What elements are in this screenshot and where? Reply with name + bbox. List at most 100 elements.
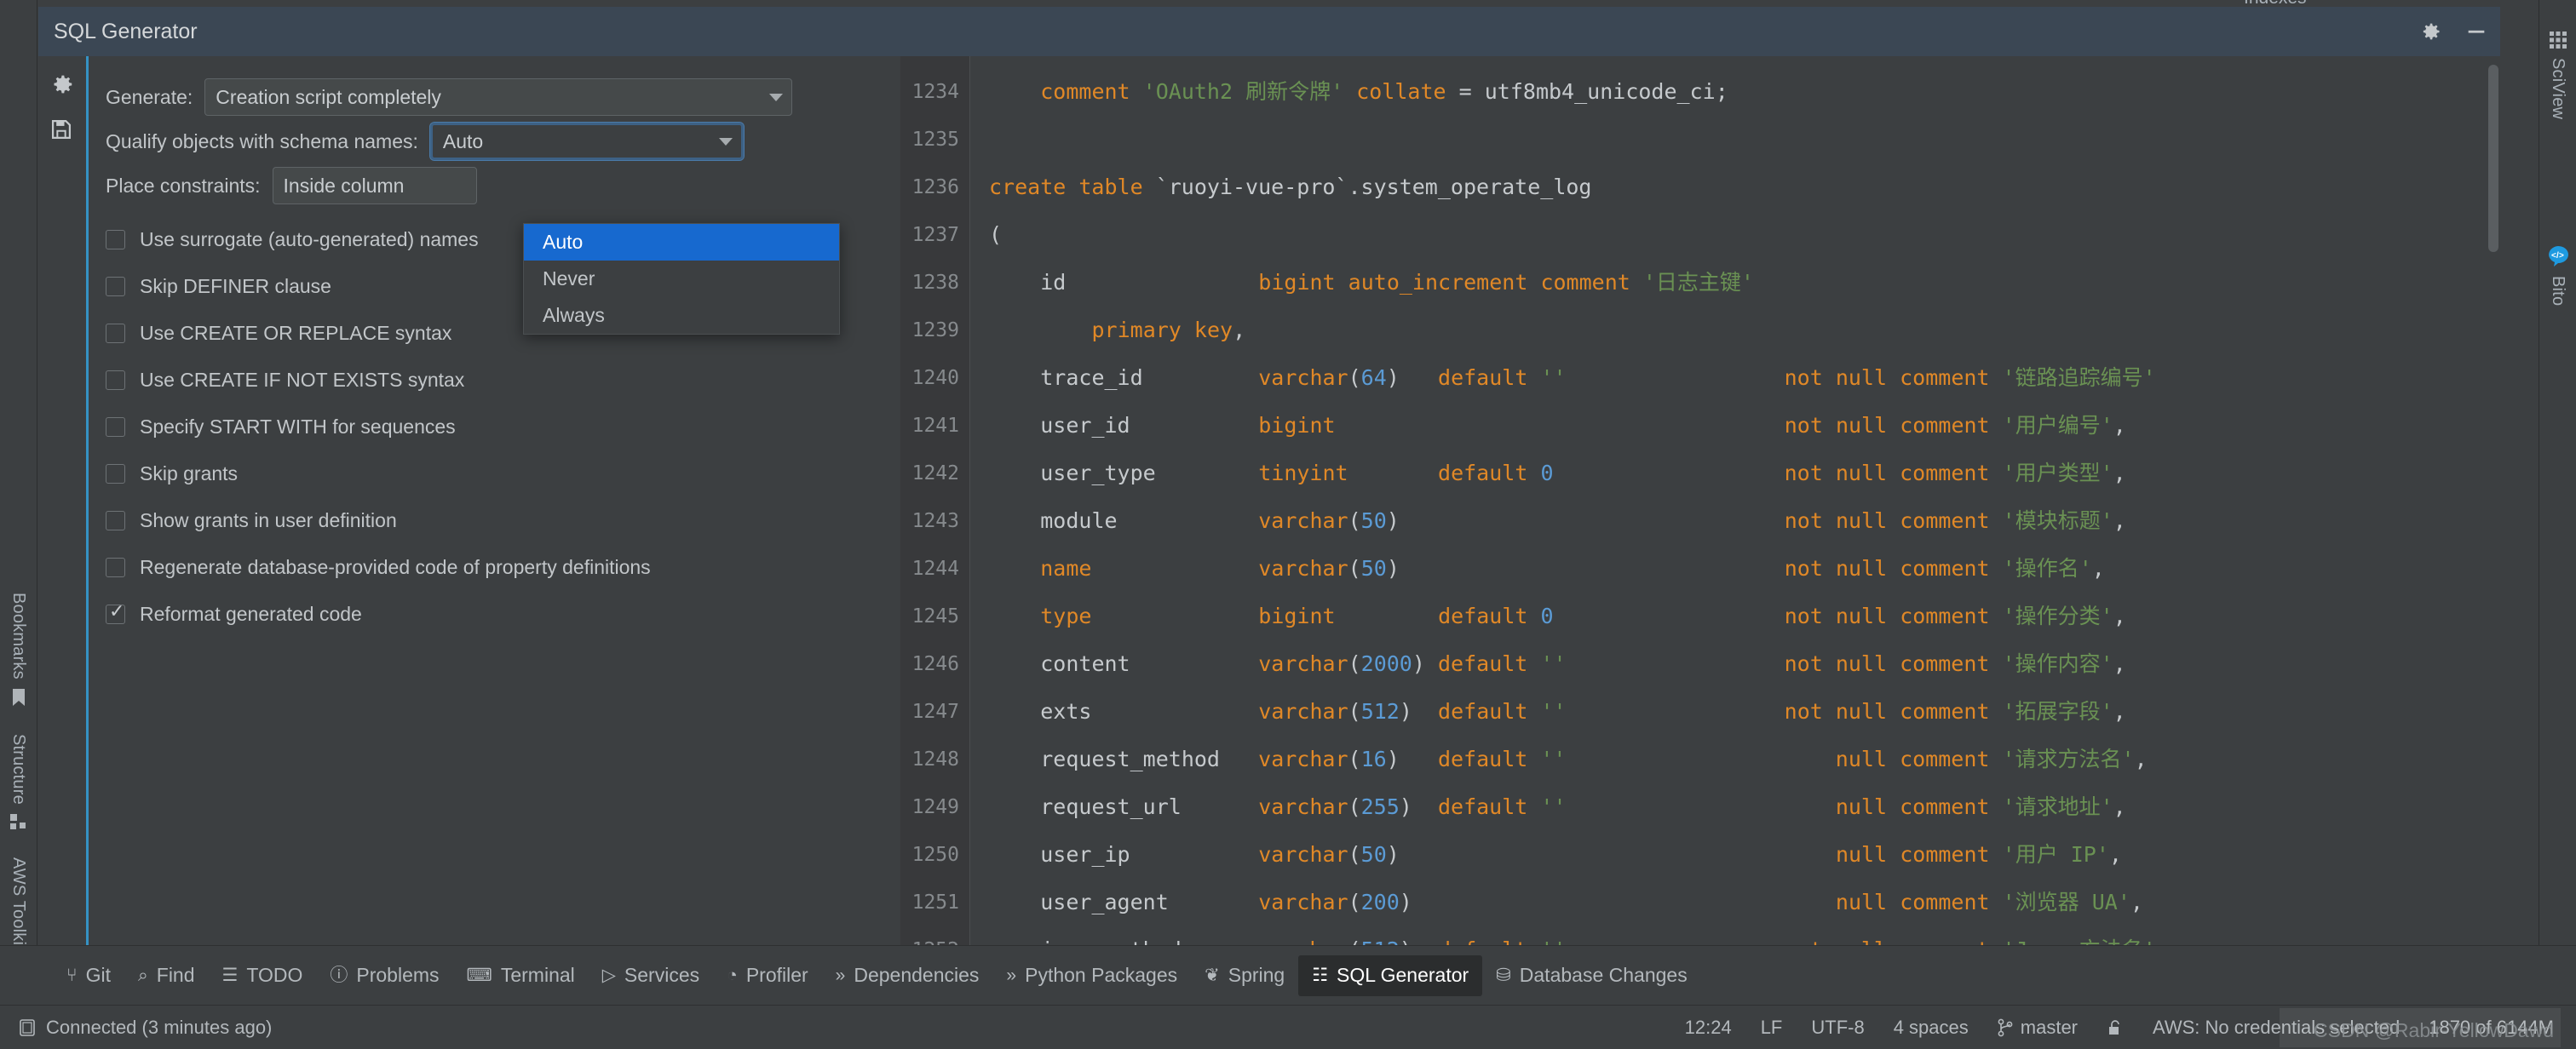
code-line: ( (989, 211, 2500, 259)
checkbox-row[interactable]: Reformat generated code (106, 591, 900, 638)
minimize-icon[interactable] (2464, 20, 2488, 43)
git-branch-widget[interactable]: master (1998, 1017, 2078, 1039)
checkbox-row[interactable]: Show grants in user definition (106, 497, 900, 544)
tool-tab-git[interactable]: ⑂Git (53, 955, 124, 996)
checkbox-label: Use CREATE IF NOT EXISTS syntax (140, 369, 464, 392)
checkbox-5[interactable] (106, 464, 125, 484)
line-separator[interactable]: LF (1761, 1017, 1783, 1039)
checkbox-label: Show grants in user definition (140, 509, 397, 532)
caret-position[interactable]: 12:24 (1685, 1017, 1732, 1039)
place-constraints-row: Place constraints: Inside column (106, 163, 900, 208)
tool-tab-label: Problems (356, 964, 439, 987)
tool-tab-label: Find (157, 964, 195, 987)
tool-tab-todo[interactable]: ☰TODO (209, 955, 317, 996)
tool-tab-terminal[interactable]: ⌨Terminal (453, 955, 589, 996)
bito-label: Bito (2548, 276, 2567, 306)
code-line: module varchar(50) not null comment '模块标… (989, 497, 2500, 545)
checkbox-1[interactable] (106, 277, 125, 296)
tool-tab-services[interactable]: ▷ Services (589, 955, 713, 996)
tool-tab-label: TODO (246, 964, 302, 987)
checkbox-label: Specify START WITH for sequences (140, 416, 456, 439)
database-changes-icon: ⛁ (1496, 966, 1511, 984)
tool-window-header: SQL Generator (38, 7, 2500, 56)
sql-code[interactable]: comment 'OAuth2 刷新令牌' collate = utf8mb4_… (970, 56, 2500, 945)
code-line: comment 'OAuth2 刷新令牌' collate = utf8mb4_… (989, 68, 2500, 116)
checkbox-3[interactable] (106, 370, 125, 390)
tool-tab-sql-generator[interactable]: ☷SQL Generator (1298, 955, 1482, 996)
line-number: 1234 (900, 68, 969, 116)
floppy-disk-icon[interactable] (49, 118, 75, 143)
dropdown-option-never[interactable]: Never (524, 261, 839, 297)
code-line: type bigint default 0 not null comment '… (989, 593, 2500, 640)
search-icon: ⌕ (138, 966, 148, 984)
checkbox-row[interactable]: Regenerate database-provided code of pro… (106, 544, 900, 591)
checkbox-label: Use surrogate (auto-generated) names (140, 228, 479, 251)
qualify-select[interactable]: Auto (430, 123, 744, 160)
sidebar-item-sciview[interactable]: SciView (2544, 19, 2571, 131)
aws-credentials-status[interactable]: AWS: No credentials selected (2153, 1017, 2400, 1039)
checkbox-6[interactable] (106, 511, 125, 530)
gear-icon[interactable] (49, 72, 75, 97)
checkbox-7[interactable] (106, 558, 125, 577)
line-number: 1252 (900, 926, 969, 945)
checkbox-row[interactable]: Skip grants (106, 450, 900, 497)
sql-generator-tool-window: SQL Generator (38, 7, 2500, 945)
sidebar-item-bito[interactable]: </> Bito (2543, 233, 2573, 318)
checkbox-0[interactable] (106, 230, 125, 249)
checkbox-row[interactable]: Use CREATE IF NOT EXISTS syntax (106, 357, 900, 404)
line-number: 1237 (900, 211, 969, 259)
dependencies-icon: » (836, 966, 846, 984)
spring-leaf-icon: ❦ (1205, 966, 1220, 984)
tool-tab-database-changes[interactable]: ⛁Database Changes (1482, 955, 1701, 996)
tool-window-header-actions (2418, 7, 2488, 56)
indent-setting[interactable]: 4 spaces (1894, 1017, 1969, 1039)
memory-indicator[interactable]: 1870 of 6144M (2429, 1017, 2554, 1039)
bookmark-icon (10, 688, 27, 707)
dropdown-option-auto[interactable]: Auto (524, 224, 839, 261)
generate-select[interactable]: Creation script completely (204, 78, 792, 116)
dropdown-option-always[interactable]: Always (524, 297, 839, 334)
editor-scrollbar[interactable] (2488, 65, 2498, 252)
unlock-icon[interactable] (2107, 1018, 2124, 1037)
checkbox-8[interactable] (106, 605, 125, 624)
tool-tab-label: Profiler (746, 964, 808, 987)
sql-preview-editor[interactable]: 1234123512361237123812391240124112421243… (900, 56, 2500, 945)
generate-label: Generate: (106, 86, 193, 109)
code-line (989, 116, 2500, 163)
encoding[interactable]: UTF-8 (1811, 1017, 1864, 1039)
checkbox-label: Regenerate database-provided code of pro… (140, 556, 651, 579)
tool-tab-find[interactable]: ⌕ Find (124, 955, 209, 996)
tool-tab-python-packages[interactable]: »Python Packages (992, 955, 1191, 996)
line-number: 1242 (900, 450, 969, 497)
tool-tab-spring[interactable]: ❦Spring (1191, 955, 1298, 996)
checkbox-2[interactable] (106, 324, 125, 343)
indexes-partial-label: Indexes (2244, 0, 2307, 7)
tool-tab-profiler[interactable]: ◔ Profiler (713, 955, 822, 996)
code-line: request_url varchar(255) default '' null… (989, 783, 2500, 831)
qualify-dropdown-menu[interactable]: AutoNeverAlways (523, 223, 840, 335)
tool-tab-label: Services (624, 964, 699, 987)
bottom-tool-tabs: ⑂Git ⌕ Find ☰TODOⓘProblems⌨Terminal ▷ Service… (0, 945, 2576, 1005)
line-number: 1246 (900, 640, 969, 688)
structure-label: Structure (9, 734, 28, 805)
code-bubble-icon: </> (2546, 245, 2570, 267)
services-icon: ▷ (602, 966, 616, 984)
tool-tab-dependencies[interactable]: »Dependencies (822, 955, 993, 996)
sidebar-item-bookmarks[interactable]: Bookmarks (5, 579, 32, 720)
bookmarks-label: Bookmarks (9, 593, 28, 679)
checkbox-4[interactable] (106, 417, 125, 437)
checkbox-row[interactable]: Specify START WITH for sequences (106, 404, 900, 450)
database-icon (19, 1018, 36, 1037)
tool-tab-label: SQL Generator (1337, 964, 1469, 987)
tool-tab-problems[interactable]: ⓘProblems (316, 955, 452, 996)
qualify-value: Auto (443, 130, 483, 153)
tool-window-body: Generate: Creation script completely Qua… (38, 56, 2500, 945)
profiler-icon: ◔ (727, 966, 738, 984)
place-constraints-select[interactable]: Inside column (273, 167, 477, 204)
code-line: user_agent varchar(200) null comment '浏览… (989, 879, 2500, 926)
gear-icon[interactable] (2418, 20, 2442, 43)
sidebar-item-structure[interactable]: Structure (5, 720, 32, 844)
git-branch-icon: ⑂ (66, 966, 78, 984)
chevron-down-icon (719, 138, 733, 146)
chevron-down-icon (769, 94, 783, 101)
